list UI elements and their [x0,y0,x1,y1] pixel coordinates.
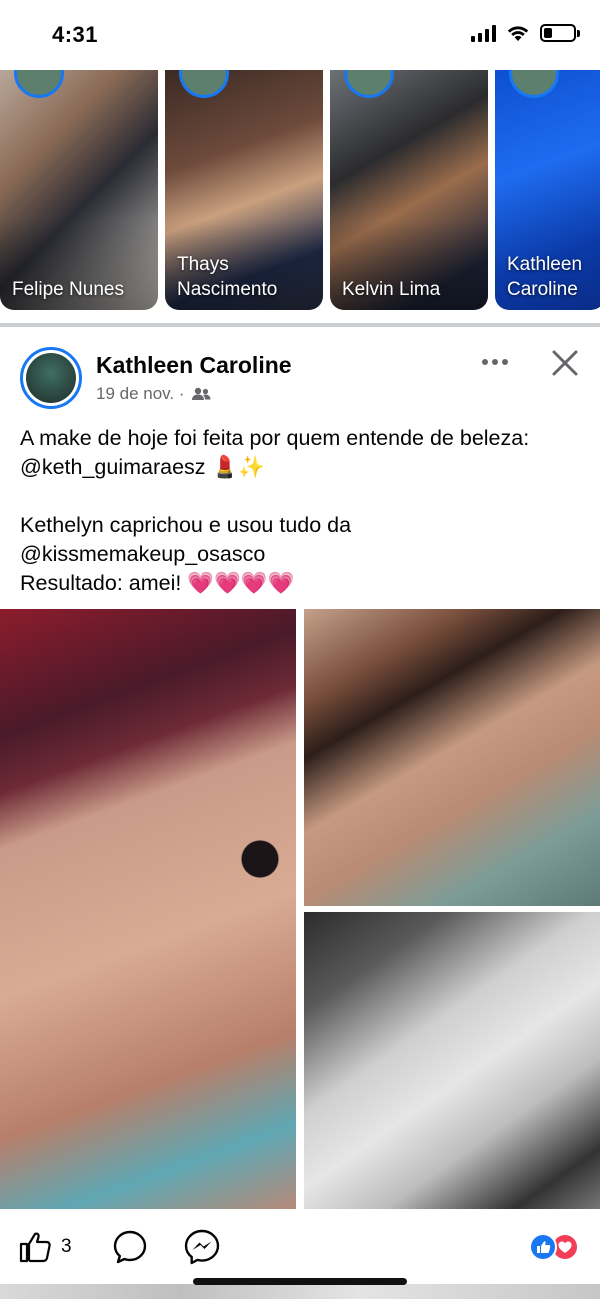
post-meta: 19 de nov. · [96,384,211,404]
messenger-icon[interactable] [183,1228,221,1266]
comment-icon[interactable] [112,1229,148,1265]
story-card[interactable]: Thays Nascimento [165,70,323,310]
story-card[interactable]: Kelvin Lima [330,70,488,310]
story-card[interactable]: Felipe Nunes [0,70,158,310]
reaction-summary[interactable] [529,1233,581,1261]
post-actions: 3 [0,1214,600,1278]
home-indicator[interactable] [193,1278,407,1285]
stories-strip[interactable]: Felipe Nunes Thays Nascimento Kelvin Lim… [0,70,600,315]
author-name[interactable]: Kathleen Caroline [96,352,292,379]
next-post-peek [0,1284,600,1299]
story-name: Kelvin Lima [342,279,441,300]
status-icons [471,24,580,42]
story-name: Thays Nascimento [177,254,278,300]
story-avatar [179,70,229,98]
status-bar: 4:31 [0,0,600,70]
post-text: A make de hoje foi feita por quem entend… [20,426,530,595]
story-avatar [509,70,559,98]
like-reaction-icon [529,1233,557,1261]
story-avatar [344,70,394,98]
post-photo[interactable] [0,609,296,1209]
post-date: 19 de nov. · [96,384,185,403]
post-photo[interactable] [304,912,600,1209]
feed-divider [0,323,600,327]
author-avatar[interactable] [20,347,82,409]
like-count: 3 [61,1236,72,1257]
story-card[interactable]: Kathleen Caroline [495,70,600,310]
like-icon[interactable] [18,1230,52,1264]
story-name: Kathleen Caroline [507,254,583,300]
close-icon[interactable] [548,346,582,380]
battery-icon [540,24,580,42]
status-time: 4:31 [52,22,99,47]
story-avatar [14,70,64,98]
friends-icon [191,387,211,400]
cellular-signal-icon [471,24,496,42]
post-photo[interactable] [304,609,600,906]
story-name: Felipe Nunes [12,279,124,300]
wifi-icon [507,26,529,41]
more-options-button[interactable] [478,350,512,374]
